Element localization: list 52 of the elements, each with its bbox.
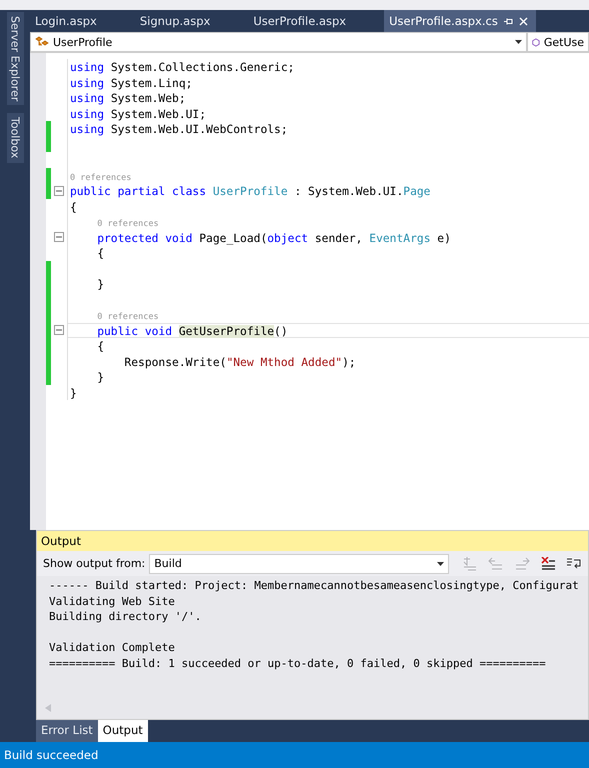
panel-tab[interactable]: Error List (36, 720, 98, 742)
code-line: } (70, 386, 77, 400)
previous-message-icon (488, 556, 504, 570)
document-tab[interactable]: UserProfile.aspx.cs (384, 10, 536, 32)
class-icon (35, 36, 49, 48)
tool-window-tab[interactable]: Toolbox (6, 113, 24, 163)
code-line: { (70, 200, 77, 214)
output-line: ========== Build: 1 succeeded or up-to-date, 0 failed, 0 skipped ========== (49, 656, 547, 671)
document-tab[interactable]: UserProfile.aspx (248, 10, 354, 32)
caret-icon (437, 562, 444, 566)
panel-title: Output (37, 531, 588, 551)
collapse-icon[interactable] (54, 325, 64, 336)
next-message-icon (514, 556, 530, 570)
caret-icon (515, 40, 522, 44)
code-line: Response.Write("New Mthod Added"); (123, 356, 356, 368)
code-line: protected void Page_Load(object sender, EventArgs e) (96, 232, 451, 244)
goto-line-icon (462, 556, 478, 570)
member-dropdown[interactable]: GetUse (527, 32, 589, 52)
tool-window-tab[interactable]: Server Explorer (6, 12, 24, 106)
code-line: using System.Web; (70, 92, 186, 105)
word-wrap-icon (566, 556, 582, 570)
output-line: Building directory '/'. (49, 609, 202, 624)
type-dropdown[interactable]: UserProfile (30, 32, 527, 52)
method-icon (532, 36, 540, 48)
tab-label: UserProfile.aspx (253, 14, 346, 28)
document-tab[interactable]: Login.aspx (30, 10, 105, 32)
pin-icon[interactable] (504, 16, 513, 26)
tab-label: UserProfile.aspx.cs (389, 14, 498, 28)
status-bar: Build succeeded (0, 742, 589, 768)
code-line: { (96, 340, 104, 353)
output-line: Validating Web Site (49, 594, 176, 609)
code-line: public partial class UserProfile : System.Web.UI.Page (70, 185, 430, 198)
code-line: using System.Web.UI; (70, 108, 206, 120)
tab-label: Login.aspx (35, 14, 97, 28)
code-line: } (96, 278, 104, 291)
collapse-icon[interactable] (54, 186, 64, 196)
code-line: using System.Web.UI.WebControls; (70, 123, 288, 136)
panel-tab[interactable]: Output (98, 720, 148, 742)
source-label: Show output from: (43, 557, 146, 570)
document-tab[interactable]: Signup.aspx (134, 10, 218, 32)
code-line: public void GetUserProfile() (96, 324, 288, 338)
output-line: Validation Complete (49, 640, 176, 656)
output-source-dropdown[interactable]: Build (149, 554, 450, 574)
code-line: using System.Linq; (70, 76, 192, 90)
code-line: } (96, 371, 104, 384)
output-line: ------ Build started: Project: Membernamecannotbesameasenclosingtype, Configurat (49, 578, 580, 594)
collapse-icon[interactable] (54, 232, 64, 242)
tab-label: Signup.aspx (140, 14, 210, 28)
clear-all-icon (540, 556, 556, 570)
code-line: { (96, 247, 104, 260)
close-icon[interactable] (518, 16, 528, 26)
code-line: using System.Collections.Generic; (70, 61, 294, 74)
